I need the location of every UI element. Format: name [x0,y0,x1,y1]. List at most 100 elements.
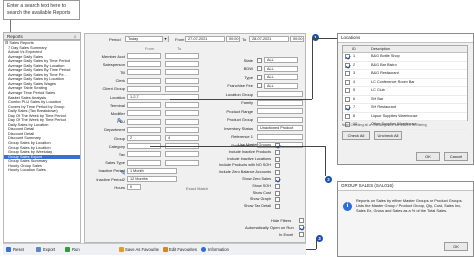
right-filter-input-5[interactable] [257,99,303,106]
report-list-item[interactable]: Hourly Location Sales [4,168,80,173]
filter-to-input-2[interactable] [165,69,199,76]
from-date-value: 27-07-2021 [188,37,208,41]
filter-label-3: Clerk [115,78,125,84]
auto-open-checkbox[interactable] [299,225,304,230]
right-filter-input-6[interactable] [257,108,303,114]
location-checkbox[interactable] [345,71,350,76]
filter-from-input-4[interactable] [127,85,161,92]
location-row[interactable]: 3 B&G Restaurant [343,70,467,79]
locations-ok-button[interactable]: OK [416,152,440,161]
location-checkbox[interactable] [345,96,350,102]
to-date-input[interactable]: 28-07-2021 [249,36,289,42]
filter-label-7: Modifier [110,110,125,116]
export-icon [36,247,41,252]
right-filter-input-8[interactable]: Unactioned Product [257,125,303,131]
location-row[interactable]: 8 Liquor Supplies Warehouse [343,113,467,121]
right-filter-input-4[interactable] [257,91,303,97]
location-checkbox[interactable] [345,62,350,68]
location-row[interactable]: 1 B&G Bottle Shop [343,53,467,62]
filter-from-input-15[interactable]: 12 Months [127,176,177,182]
filter-to-input-1[interactable] [165,61,199,68]
option-checkbox-2[interactable] [275,156,280,162]
group-sales-ok-button[interactable]: OK [444,242,468,251]
filter-from-input-8[interactable] [127,118,161,125]
location-checkbox[interactable] [345,113,350,119]
group-to-value: 4 [168,136,171,140]
filter-from-input-14[interactable]: 1 Month [127,167,177,174]
location-row[interactable]: 5 LC Club [343,87,467,96]
right-filter-checkbox-0[interactable] [257,57,262,63]
filter-from-input-9[interactable] [127,126,161,133]
period-select[interactable]: Today ▼ [125,36,169,42]
uncheck-all-button[interactable]: Uncheck All [374,131,402,140]
filter-from-input-16[interactable]: 0 [127,184,141,191]
filter-to-input-8[interactable] [165,118,199,125]
filter-to-input-6[interactable] [165,102,199,109]
location-row[interactable]: 2 B&G Bar Bistro [343,62,467,70]
filter-to-input-7[interactable] [165,110,199,117]
to-time-input[interactable]: 00:00 [290,36,304,42]
close-tab-icon[interactable]: x [74,33,76,40]
option-checkbox-1[interactable] [275,149,280,155]
information-button[interactable]: Information [208,244,229,256]
locations-cancel-button[interactable]: Cancel [444,152,468,161]
filter-to-input-12[interactable] [165,151,199,158]
right-filter-checkbox-3[interactable] [257,83,262,88]
export-button[interactable]: Export [43,244,55,256]
filter-from-input-0[interactable] [127,53,161,59]
filter-to-input-4[interactable] [165,85,199,92]
right-filter-input-9[interactable] [257,133,303,140]
option-checkbox-8[interactable] [275,197,280,203]
locations-table[interactable]: ID Description 1 B&G Bottle Shop 2 B&G Bar … [342,45,468,130]
reset-button[interactable]: Reset [13,244,24,256]
location-row[interactable]: 6 SH Bar [343,96,467,104]
check-all-button[interactable]: Check All [342,131,370,140]
hide-filters-checkbox[interactable] [299,218,304,223]
report-list[interactable]: ⊟ Sales Reports 7 Day Sales Summary Actua… [3,40,81,243]
right-filter-input-2[interactable]: ALL [264,74,298,80]
location-checkbox[interactable] [345,105,350,110]
group-sales-title: GROUP SALES (SAL016) [338,182,473,191]
tab-reports[interactable]: Reports [7,33,23,40]
from-time-input[interactable]: 00:00 [226,36,240,42]
location-checkbox[interactable] [345,79,350,85]
option-label-3: Include Products with NO SOH [218,163,271,168]
filter-to-input-13[interactable] [165,159,199,166]
option-checkbox-9[interactable] [275,204,280,210]
filter-to-input-0[interactable] [165,53,199,59]
location-row[interactable]: 7 SH Restaurant [343,104,467,113]
filter-from-input-10[interactable]: 2 [127,135,161,141]
location-row[interactable]: 4 LC Conference Room Bar [343,79,467,87]
filter-to-input-10[interactable]: 4 [165,135,199,141]
right-filter-input-7[interactable] [257,116,303,123]
option-checkbox-7[interactable] [275,190,280,196]
filter-from-input-12[interactable] [127,151,161,158]
edit-favourites-button[interactable]: Edit Favourites [169,244,197,256]
right-filter-checkbox-2[interactable] [257,74,262,80]
filter-to-input-9[interactable] [165,126,199,133]
filter-to-input-3[interactable] [165,77,199,84]
filter-from-input-13[interactable] [127,159,161,166]
right-filter-label-6: Product Range [226,108,253,114]
location-id: 3 [353,71,356,75]
option-checkbox-4[interactable] [275,170,280,176]
right-filter-checkbox-1[interactable] [257,66,262,71]
option-checkbox-3[interactable] [275,163,280,169]
save-as-favourite-button[interactable]: Save As Favourite [125,244,159,256]
option-checkbox-5[interactable] [275,177,280,182]
in-excel-checkbox[interactable] [299,232,304,237]
from-date-input[interactable]: 27-07-2021 [185,36,225,42]
right-filter-input-1[interactable]: ALL [264,65,298,72]
location-checkbox[interactable] [345,88,350,93]
run-button[interactable]: Run [72,244,80,256]
right-filter-value-2: ALL [267,75,274,79]
filter-from-input-3[interactable] [127,77,161,84]
right-filter-input-3[interactable]: ALL [264,82,298,89]
filter-from-input-7[interactable] [127,110,161,117]
filter-from-input-6[interactable] [127,102,161,109]
right-filter-input-0[interactable]: ALL [264,57,298,63]
filter-from-input-2[interactable] [127,69,161,76]
location-checkbox[interactable] [345,54,350,59]
filter-from-input-1[interactable] [127,61,161,68]
option-checkbox-6[interactable] [275,183,280,189]
